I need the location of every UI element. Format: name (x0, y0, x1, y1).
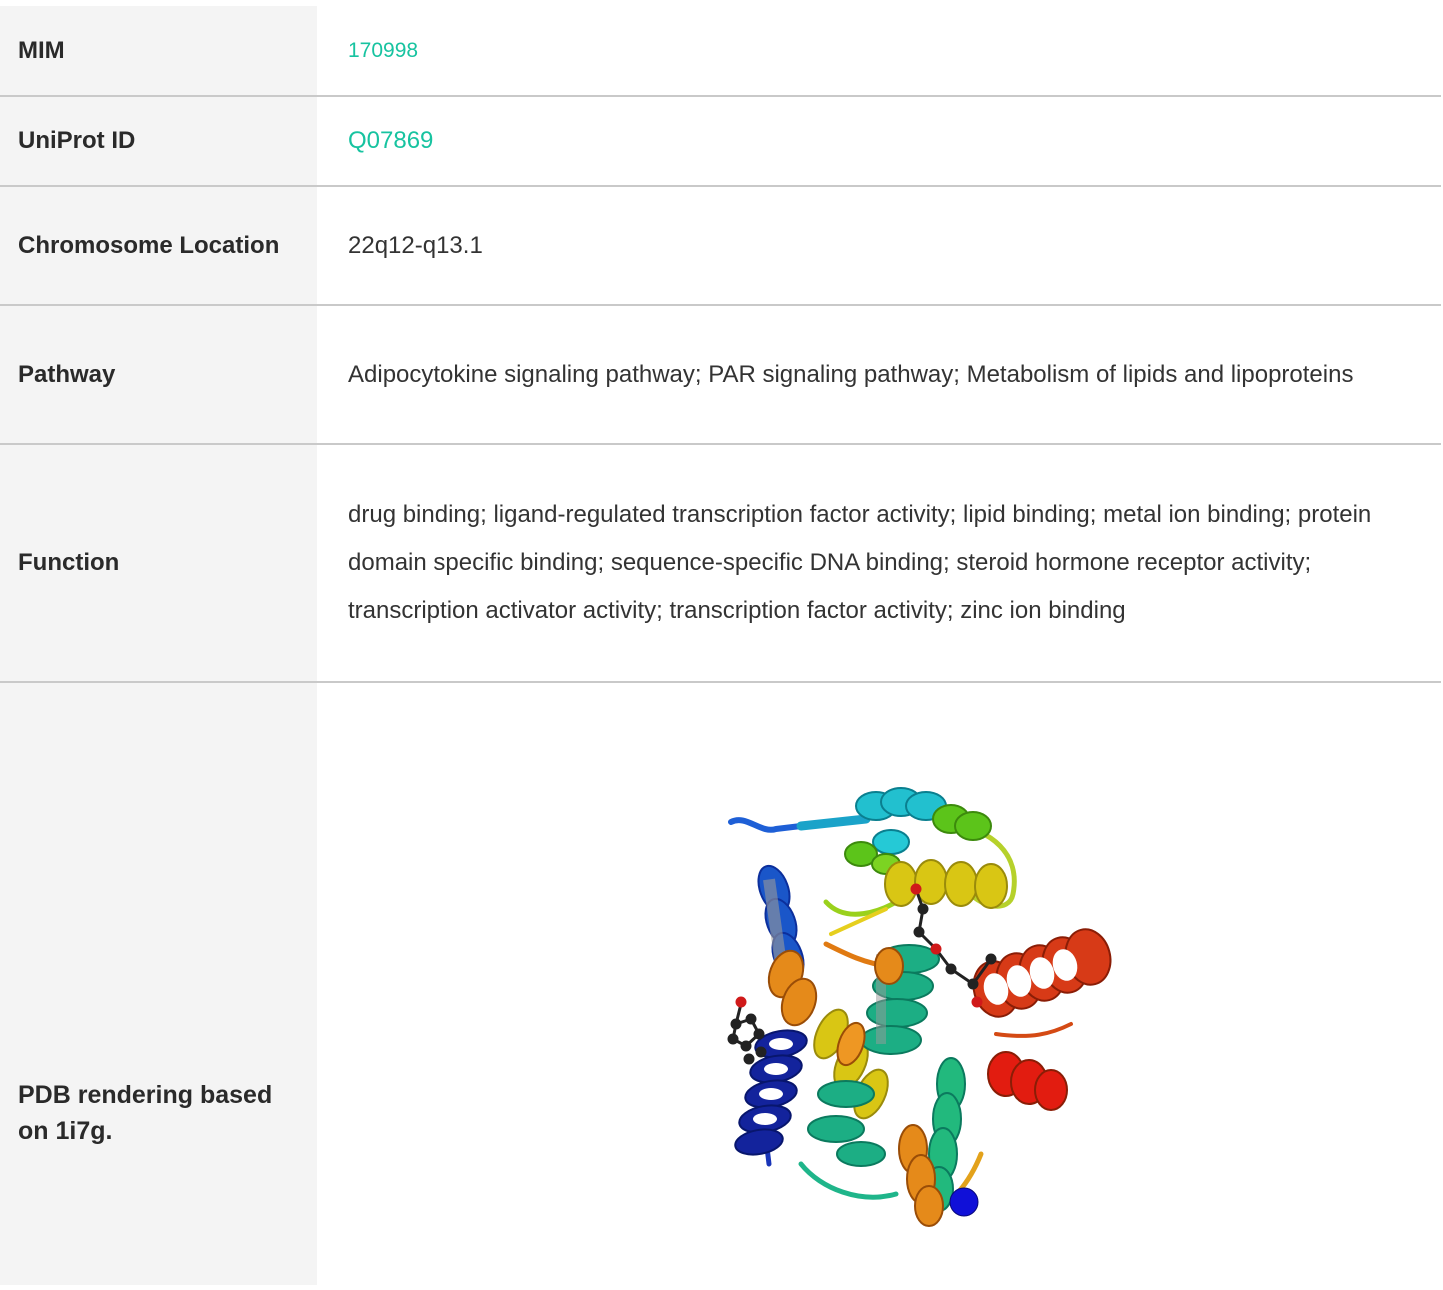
function-label: Function (0, 444, 317, 683)
chromosome-value: 22q12-q13.1 (317, 186, 1441, 306)
row-function: Function drug binding; ligand-regulated … (0, 444, 1441, 683)
row-pdb: PDB rendering based on 1i7g. (0, 682, 1441, 1285)
mim-link[interactable]: 170998 (348, 39, 418, 62)
protein-ribbon-icon (727, 786, 1112, 1227)
chromosome-label: Chromosome Location (0, 186, 317, 306)
mim-label: MIM (0, 6, 317, 97)
uniprot-link[interactable]: Q07869 (348, 127, 433, 154)
pathway-value: Adipocytokine signaling pathway; PAR sig… (317, 305, 1441, 445)
red-helix (972, 927, 1112, 1111)
function-value: drug binding; ligand-regulated transcrip… (317, 444, 1441, 683)
gene-info-page: MIM 170998 UniProt ID Q07869 Chromosome … (0, 0, 1443, 1290)
pathway-label: Pathway (0, 305, 317, 445)
mim-cell: 170998 (317, 6, 1441, 97)
pdb-structure-image (651, 733, 1172, 1255)
uniprot-cell: Q07869 (317, 96, 1441, 187)
ligand-left (727, 996, 767, 1064)
pdb-label: PDB rendering based on 1i7g. (18, 1080, 273, 1145)
pdb-cell (317, 682, 1441, 1285)
pdb-label-cell: PDB rendering based on 1i7g. (0, 682, 317, 1285)
row-pathway: Pathway Adipocytokine signaling pathway;… (0, 305, 1441, 445)
row-mim: MIM 170998 (0, 6, 1441, 97)
ion-sphere-icon (949, 1187, 979, 1216)
row-chromosome: Chromosome Location 22q12-q13.1 (0, 186, 1441, 306)
gene-info-table: MIM 170998 UniProt ID Q07869 Chromosome … (0, 6, 1441, 1285)
row-uniprot: UniProt ID Q07869 (0, 96, 1441, 187)
uniprot-label: UniProt ID (0, 96, 317, 187)
